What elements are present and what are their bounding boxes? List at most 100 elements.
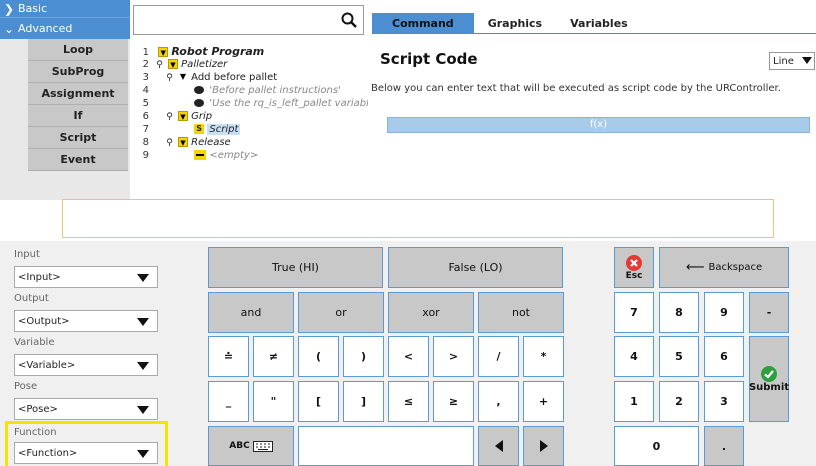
fx-expression-bar[interactable]: f(x) — [387, 117, 810, 133]
less-than-key[interactable]: < — [388, 336, 429, 377]
equals-key[interactable]: ≐ — [208, 336, 249, 377]
plus-key[interactable]: + — [523, 381, 564, 422]
tree-node-label: Robot Program — [171, 45, 265, 58]
false-lo-key[interactable]: False (LO) — [388, 247, 563, 288]
expression-keyboard: Input <Input> Output <Output> Variable <… — [0, 241, 816, 466]
tab-variables[interactable]: Variables — [556, 13, 642, 33]
variable-selector: Variable <Variable> — [14, 337, 158, 376]
nav-item-script[interactable]: Script — [28, 127, 128, 149]
digit-0-key[interactable]: 0 — [614, 426, 699, 466]
pin-icon: ⚲ — [156, 60, 163, 70]
nav-item-if[interactable]: If — [28, 105, 128, 127]
minus-key[interactable]: - — [749, 292, 789, 333]
not-equal-key[interactable]: ≠ — [253, 336, 294, 377]
pose-dropdown[interactable]: <Pose> — [14, 398, 158, 420]
collapse-triangle-icon[interactable]: ▼ — [177, 137, 188, 147]
esc-label: Esc — [625, 270, 643, 281]
less-equal-key[interactable]: ≤ — [388, 381, 429, 422]
keyboard-icon — [252, 440, 273, 452]
right-paren-key[interactable]: ) — [343, 336, 384, 377]
digit-4-key[interactable]: 4 — [614, 336, 654, 377]
line-number: 5 — [142, 98, 149, 109]
comma-key[interactable]: , — [478, 381, 519, 422]
nav-item-loop[interactable]: Loop — [28, 39, 128, 61]
search-input[interactable] — [133, 5, 364, 35]
arrow-right-icon — [539, 440, 548, 452]
greater-equal-key[interactable]: ≥ — [433, 381, 474, 422]
collapse-triangle-icon[interactable]: ▼ — [167, 59, 178, 69]
xor-key[interactable]: xor — [388, 292, 474, 333]
script-description: Below you can enter text that will be ex… — [371, 83, 781, 94]
nav-advanced[interactable]: ⌄ Advanced — [0, 18, 130, 39]
output-dropdown-value: <Output> — [18, 315, 70, 327]
nav-basic-label: Basic — [18, 2, 48, 15]
digit-6-key[interactable]: 6 — [704, 336, 744, 377]
left-bracket-key[interactable]: [ — [298, 381, 339, 422]
underscore-key[interactable]: _ — [208, 381, 249, 422]
dropdown-arrow-icon — [137, 362, 149, 370]
tree-line-2[interactable]: 2 ⚲ ▼ Palletizer — [131, 59, 227, 71]
quote-key[interactable]: " — [253, 381, 294, 422]
slash-key[interactable]: / — [478, 336, 519, 377]
collapse-triangle-icon[interactable]: ▼ — [178, 72, 188, 82]
variable-label: Variable — [14, 337, 55, 348]
tree-line-3[interactable]: 3 ⚲ ▼ Add before pallet — [131, 72, 278, 84]
right-bracket-key[interactable]: ] — [343, 381, 384, 422]
collapse-triangle-icon[interactable]: ▼ — [158, 47, 169, 57]
output-dropdown[interactable]: <Output> — [14, 310, 158, 332]
digit-5-key[interactable]: 5 — [659, 336, 699, 377]
page-title: Script Code — [380, 50, 478, 68]
true-hi-key[interactable]: True (HI) — [208, 247, 383, 288]
digit-1-key[interactable]: 1 — [614, 381, 654, 422]
tree-line-8[interactable]: 8 ⚲ ▼ Release — [131, 137, 231, 149]
backspace-key[interactable]: ⟵ Backspace — [659, 247, 789, 288]
tab-underline — [372, 33, 816, 34]
abc-keyboard-key[interactable]: ABC — [208, 426, 294, 466]
digit-7-key[interactable]: 7 — [614, 292, 654, 333]
dropdown-arrow-icon — [137, 406, 149, 414]
tab-command[interactable]: Command — [372, 13, 474, 33]
nav-basic[interactable]: ❯ Basic — [0, 0, 130, 18]
comment-icon — [194, 99, 205, 107]
tree-line-6[interactable]: 6 ⚲ ▼ Grip — [131, 111, 212, 123]
tree-line-9[interactable]: 9 <empty> — [131, 150, 258, 162]
output-label: Output — [14, 293, 49, 304]
not-key[interactable]: not — [478, 292, 564, 333]
variable-dropdown[interactable]: <Variable> — [14, 354, 158, 376]
and-key[interactable]: and — [208, 292, 294, 333]
esc-key[interactable]: Esc — [614, 247, 654, 288]
nav-item-event[interactable]: Event — [28, 149, 128, 171]
tree-line-5[interactable]: 5 'Use the rq_is_left_pallet variabl — [131, 98, 368, 110]
cursor-right-key[interactable] — [523, 426, 564, 466]
comment-icon — [194, 86, 205, 94]
space-key[interactable] — [298, 426, 474, 466]
tree-line-7[interactable]: 7 S Script — [131, 124, 241, 136]
multiply-key[interactable]: * — [523, 336, 564, 377]
decimal-point-key[interactable]: . — [704, 426, 744, 466]
search-icon[interactable] — [341, 12, 357, 28]
cursor-left-key[interactable] — [478, 426, 519, 466]
digit-3-key[interactable]: 3 — [704, 381, 744, 422]
tree-node-label: Release — [191, 137, 231, 148]
nav-item-assignment[interactable]: Assignment — [28, 83, 128, 105]
digit-2-key[interactable]: 2 — [659, 381, 699, 422]
or-key[interactable]: or — [298, 292, 384, 333]
expression-input[interactable] — [62, 199, 774, 238]
tree-line-4[interactable]: 4 'Before pallet instructions' — [131, 85, 341, 97]
submit-button[interactable]: Submit — [749, 336, 789, 422]
line-number: 9 — [142, 150, 149, 161]
input-dropdown[interactable]: <Input> — [14, 266, 158, 288]
line-number: 1 — [142, 47, 149, 58]
function-highlight-box — [5, 421, 168, 466]
left-paren-key[interactable]: ( — [298, 336, 339, 377]
digit-9-key[interactable]: 9 — [704, 292, 744, 333]
tree-node-label: Script — [207, 124, 241, 135]
nav-item-subprog[interactable]: SubProg — [28, 61, 128, 83]
tab-graphics[interactable]: Graphics — [474, 13, 556, 33]
digit-8-key[interactable]: 8 — [659, 292, 699, 333]
script-mode-select[interactable]: Line — [769, 52, 815, 70]
greater-than-key[interactable]: > — [433, 336, 474, 377]
empty-node-icon — [194, 150, 207, 160]
tree-line-1[interactable]: 1 ▼ Robot Program — [131, 45, 265, 59]
collapse-triangle-icon[interactable]: ▼ — [177, 111, 188, 121]
